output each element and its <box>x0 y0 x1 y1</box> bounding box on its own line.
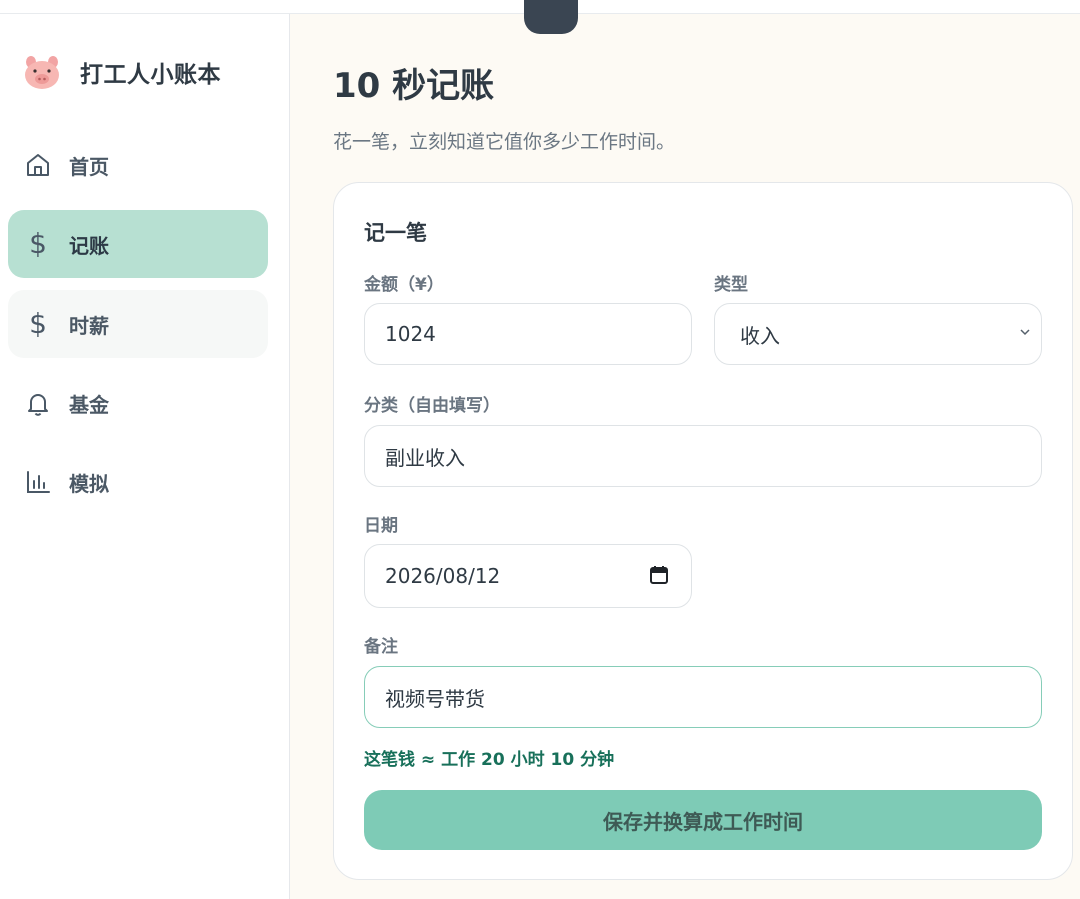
sidebar-item-bookkeeping[interactable]: $ 记账 <box>8 210 268 278</box>
app-name: 打工人小账本 <box>80 62 221 88</box>
sidebar-item-fund[interactable]: 基金 <box>8 369 268 437</box>
sidebar-item-label: 记账 <box>69 233 109 258</box>
calendar-icon[interactable] <box>649 565 669 585</box>
record-form-card: 记一笔 金额（¥） 1024 类型 收入 分类（自由填写） 副业收入 日期 20… <box>333 182 1073 880</box>
date-label: 日期 <box>364 516 398 536</box>
type-select[interactable]: 收入 <box>714 303 1042 365</box>
type-value: 收入 <box>740 323 780 348</box>
brand[interactable]: 打工人小账本 <box>22 52 221 92</box>
main-content: 10 秒记账 花一笔，立刻知道它值你多少工作时间。 记一笔 金额（¥） 1024… <box>291 14 1080 899</box>
amount-label: 金额（¥） <box>364 275 444 295</box>
sidebar-item-label: 基金 <box>69 392 109 417</box>
category-value: 副业收入 <box>385 445 465 470</box>
bar-chart-icon <box>24 468 52 496</box>
sidebar-item-hourly-wage[interactable]: $ 时薪 <box>8 290 268 358</box>
sidebar-item-label: 模拟 <box>69 471 109 496</box>
page-title: 10 秒记账 <box>333 66 495 106</box>
home-icon <box>24 151 52 179</box>
sidebar-item-simulate[interactable]: 模拟 <box>8 448 268 516</box>
card-title: 记一笔 <box>364 221 427 245</box>
bell-icon <box>24 389 52 417</box>
work-time-hint: 这笔钱 ≈ 工作 20 小时 10 分钟 <box>364 750 615 770</box>
sidebar: 打工人小账本 首页 $ 记账 $ 时薪 基金 模拟 <box>0 14 290 899</box>
note-value: 视频号带货 <box>385 686 485 711</box>
drag-handle[interactable] <box>524 0 578 34</box>
date-input[interactable]: 2026/08/12 <box>364 544 692 608</box>
type-label: 类型 <box>714 275 748 295</box>
category-label: 分类（自由填写） <box>364 396 500 416</box>
save-button[interactable]: 保存并换算成工作时间 <box>364 790 1042 850</box>
amount-input[interactable]: 1024 <box>364 303 692 365</box>
note-input[interactable]: 视频号带货 <box>364 666 1042 728</box>
amount-value: 1024 <box>385 322 436 346</box>
pig-logo-icon <box>25 56 59 89</box>
note-label: 备注 <box>364 637 398 657</box>
page-subtitle: 花一笔，立刻知道它值你多少工作时间。 <box>333 131 676 153</box>
dollar-icon: $ <box>29 307 47 340</box>
chevron-down-icon <box>1020 329 1030 336</box>
sidebar-item-label: 首页 <box>69 154 109 179</box>
date-value: 2026/08/12 <box>385 564 501 588</box>
sidebar-item-label: 时薪 <box>69 313 109 338</box>
dollar-icon: $ <box>29 227 47 260</box>
category-input[interactable]: 副业收入 <box>364 425 1042 487</box>
sidebar-item-home[interactable]: 首页 <box>8 131 268 199</box>
